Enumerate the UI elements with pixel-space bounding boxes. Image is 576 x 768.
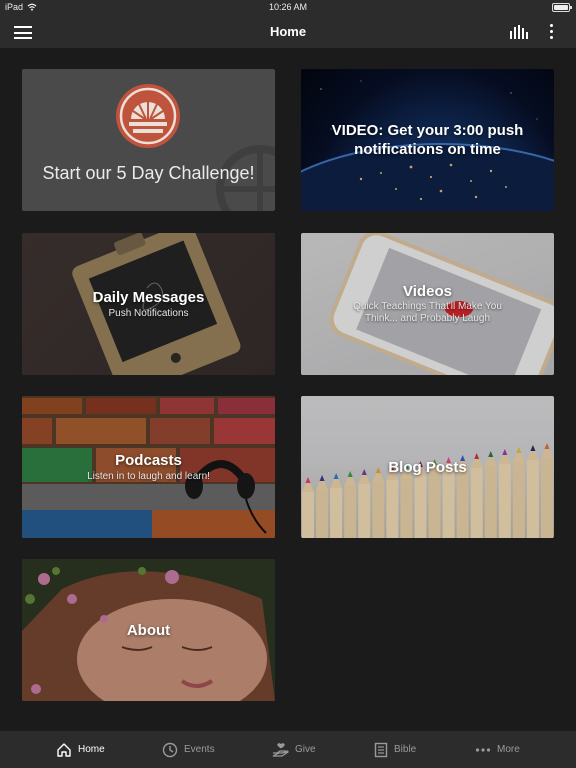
audio-bars-icon[interactable] [510,25,528,39]
status-time: 10:26 AM [268,2,308,12]
card-title: Blog Posts [388,459,467,476]
bible-icon [374,742,388,757]
card-about[interactable]: About [22,559,275,701]
card-subtitle: Listen in to laugh and learn! [87,471,210,482]
tab-label: Give [295,744,316,755]
card-title: About [126,622,171,639]
card-title: Podcasts [115,452,182,469]
tab-label: Events [184,744,215,755]
tab-events[interactable]: Events [162,731,215,768]
tab-give[interactable]: Give [272,731,316,768]
more-options-icon[interactable] [546,24,556,40]
bottom-tab-bar: Home Events Give Bible More [0,731,576,768]
page-title: Home [269,24,307,39]
card-videos[interactable]: Videos Quick Teachings That'll Make You … [301,233,554,375]
tab-label: Home [78,744,105,755]
tab-bible[interactable]: Bible [374,731,416,768]
card-subtitle: Push Notifications [108,308,189,319]
card-title: Start our 5 Day Challenge! [42,163,255,183]
card-title: Videos [403,283,452,300]
card-video-push[interactable]: VIDEO: Get your 3:00 push notifications … [301,69,554,211]
status-bar: iPad 10:26 AM [0,0,576,16]
home-icon [57,742,71,757]
card-challenge[interactable]: Start our 5 Day Challenge! [22,69,275,211]
tab-label: Bible [394,744,417,755]
tab-label: More [497,744,520,755]
card-subtitle: Quick Teachings That'll Make You Think..… [353,301,502,324]
card-title: VIDEO: Get your 3:00 push notifications … [331,122,524,158]
more-icon [475,747,491,752]
card-title: Daily Messages [92,289,205,306]
sunrise-logo-icon [116,84,180,148]
card-daily-messages[interactable]: Daily Messages Push Notifications [22,233,275,375]
nav-bar: Home [0,16,576,48]
card-podcasts[interactable]: Podcasts Listen in to laugh and learn! [22,396,275,538]
tab-more[interactable]: More [475,731,520,768]
battery-icon [552,3,572,12]
clock-icon [162,742,178,757]
give-icon [272,742,289,757]
card-blog-posts[interactable]: Blog Posts [301,396,554,538]
tab-home[interactable]: Home [56,731,105,768]
